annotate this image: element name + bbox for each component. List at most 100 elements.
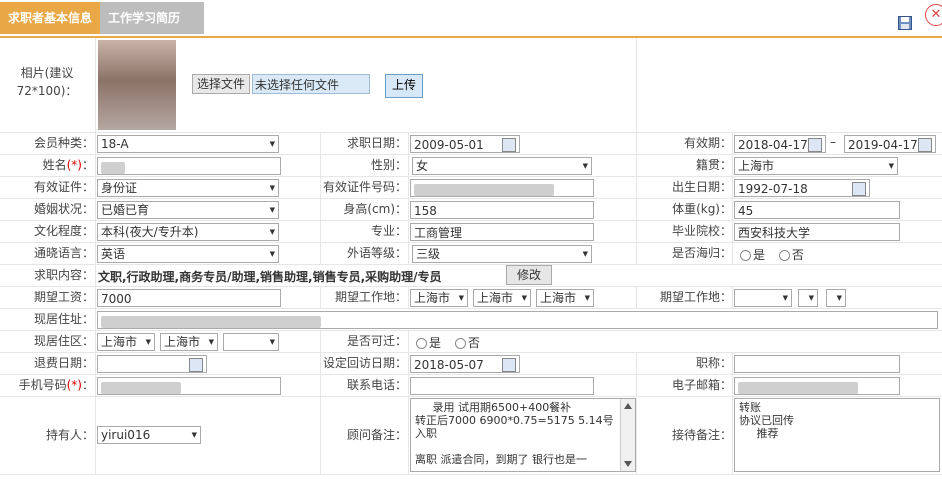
relocate-radios: 是 否 — [416, 334, 480, 351]
calendar-icon[interactable] — [502, 138, 516, 152]
member-type-label: 会员种类： — [33, 136, 94, 150]
row-salary: 期望工资： 7000 期望工作地： 上海市 上海市 上海市 期望工作地： — [0, 286, 942, 309]
row-member: 会员种类： 18-A 求职日期： 2009-05-01 有效期： 2018-04… — [0, 132, 942, 155]
email-label: 电子邮箱： — [671, 378, 732, 392]
row-name: 姓名(*)： 性别： 女 籍贯： 上海市 — [0, 154, 942, 177]
choose-file-button[interactable]: 选择文件 — [192, 74, 251, 94]
calendar-icon[interactable] — [808, 138, 822, 152]
id-type-select[interactable]: 身份证 — [97, 179, 279, 197]
name-input[interactable] — [97, 157, 281, 175]
title-input[interactable] — [734, 355, 900, 373]
weight-label: 体重(kg)： — [672, 202, 732, 216]
birth-date-label: 出生日期： — [671, 180, 732, 194]
current-area-select-1[interactable]: 上海市 — [97, 333, 155, 351]
advisor-note-textarea[interactable]: 录用 试用期6500+400餐补 转正后7000 6900*0.75=5175 … — [410, 398, 636, 472]
school-input[interactable]: 西安科技大学 — [734, 223, 900, 241]
valid-to-input[interactable]: 2019-04-17 — [844, 135, 936, 153]
birth-date-input[interactable]: 1992-07-18 — [734, 179, 870, 197]
email-input[interactable] — [734, 377, 900, 395]
apply-date-label: 求职日期： — [346, 136, 407, 150]
origin-select[interactable]: 上海市 — [734, 157, 898, 175]
calendar-icon[interactable] — [189, 358, 203, 372]
height-input[interactable]: 158 — [410, 201, 594, 219]
tab-bar: 求职者基本信息 工作学习简历 ✕ — [0, 0, 942, 36]
advisor-note-label: 顾问备注： — [346, 428, 407, 442]
applicant-photo — [98, 40, 176, 130]
row-dates: 退费日期： 设定回访日期： 2018-05-07 职称： — [0, 352, 942, 375]
marriage-label: 婚姻状况： — [33, 202, 94, 216]
language-level-label: 外语等级： — [346, 246, 407, 260]
gender-select[interactable]: 女 — [412, 157, 592, 175]
file-name-text: 未选择任何文件 — [252, 74, 370, 94]
calendar-icon[interactable] — [852, 182, 866, 196]
row-job-content: 求职内容： 文职,行政助理,商务专员/助理,销售助理,销售专员,采购助理/专员 … — [0, 264, 942, 287]
valid-from-input[interactable]: 2018-04-17 — [734, 135, 826, 153]
language-select[interactable]: 英语 — [97, 245, 279, 263]
work-place-select-1[interactable]: 上海市 — [410, 289, 468, 307]
calendar-icon[interactable] — [918, 138, 932, 152]
holder-select[interactable]: yirui016 — [97, 426, 201, 444]
language-level-select[interactable]: 三级 — [412, 245, 592, 263]
height-label: 身高(cm)： — [343, 202, 407, 216]
title-label: 职称： — [695, 356, 732, 370]
marriage-select[interactable]: 已婚已育 — [97, 201, 279, 219]
returnee-yes-radio[interactable] — [740, 250, 751, 261]
row-address: 现居住址： — [0, 308, 942, 331]
work-place2-select-1[interactable] — [734, 289, 792, 307]
id-type-label: 有效证件： — [33, 180, 94, 194]
work-place2-select-3[interactable] — [826, 289, 846, 307]
work-place-label-2: 期望工作地： — [659, 290, 732, 304]
row-marriage: 婚姻状况： 已婚已育 身高(cm)： 158 体重(kg)： 45 — [0, 198, 942, 221]
gender-label: 性别： — [370, 158, 407, 172]
current-area-select-3[interactable] — [223, 333, 279, 351]
row-notes: 持有人： yirui016 顾问备注： 录用 试用期6500+400餐补 转正后… — [0, 396, 942, 475]
address-label: 现居住址： — [33, 312, 94, 326]
work-place-select-3[interactable]: 上海市 — [536, 289, 594, 307]
work-place-select-2[interactable]: 上海市 — [473, 289, 531, 307]
phone-label: 联系电话： — [346, 378, 407, 392]
scroll-down-icon[interactable] — [624, 461, 632, 467]
apply-date-input[interactable]: 2009-05-01 — [410, 135, 520, 153]
job-content-text: 文职,行政助理,商务专员/助理,销售助理,销售专员,采购助理/专员 — [98, 270, 442, 284]
relocate-yes-radio[interactable] — [416, 338, 427, 349]
id-number-label: 有效证件号码： — [322, 180, 407, 194]
visit-date-input[interactable]: 2018-05-07 — [410, 355, 520, 373]
education-label: 文化程度： — [33, 224, 94, 238]
advisor-note-scrollbar[interactable] — [620, 399, 635, 471]
row-id: 有效证件： 身份证 有效证件号码： 出生日期： 1992-07-18 — [0, 176, 942, 199]
member-type-select[interactable]: 18-A — [97, 135, 279, 153]
returnee-radios: 是 否 — [740, 246, 804, 263]
relocate-no-radio[interactable] — [454, 338, 466, 349]
mobile-label: 手机号码(*)： — [18, 378, 94, 392]
major-input[interactable]: 工商管理 — [410, 223, 594, 241]
mobile-input[interactable] — [97, 377, 281, 395]
tab-work-history[interactable]: 工作学习简历 — [100, 2, 204, 34]
education-select[interactable]: 本科(夜大/专升本) — [97, 223, 279, 241]
visit-date-label: 设定回访日期： — [322, 356, 407, 370]
job-content-label: 求职内容： — [33, 268, 94, 282]
work-place-label-1: 期望工作地： — [334, 290, 407, 304]
weight-input[interactable]: 45 — [734, 201, 900, 219]
returnee-no-radio[interactable] — [778, 250, 790, 261]
current-area-select-2[interactable]: 上海市 — [160, 333, 218, 351]
save-icon[interactable] — [898, 16, 912, 30]
reception-note-textarea[interactable]: 转账 协议已回传 推荐 — [734, 398, 940, 472]
row-area: 现居住区： 上海市 上海市 是否可迁： 是 否 — [0, 330, 942, 353]
phone-input[interactable] — [410, 377, 594, 395]
reception-note-label: 接待备注： — [671, 428, 732, 442]
edit-job-content-button[interactable]: 修改 — [506, 265, 553, 285]
origin-label: 籍贯： — [695, 158, 732, 172]
salary-input[interactable]: 7000 — [97, 289, 281, 307]
work-place2-select-2[interactable] — [798, 289, 818, 307]
id-number-input[interactable] — [410, 179, 594, 197]
refund-date-input[interactable] — [97, 355, 207, 373]
current-area-label: 现居住区： — [33, 334, 94, 348]
tab-basic-info[interactable]: 求职者基本信息 — [0, 2, 100, 34]
holder-label: 持有人： — [45, 428, 94, 442]
address-input[interactable] — [97, 311, 938, 329]
refund-date-label: 退费日期： — [33, 356, 94, 370]
upload-button[interactable]: 上传 — [385, 74, 424, 98]
scroll-up-icon[interactable] — [624, 403, 632, 409]
close-icon[interactable]: ✕ — [925, 4, 942, 26]
calendar-icon[interactable] — [502, 358, 516, 372]
